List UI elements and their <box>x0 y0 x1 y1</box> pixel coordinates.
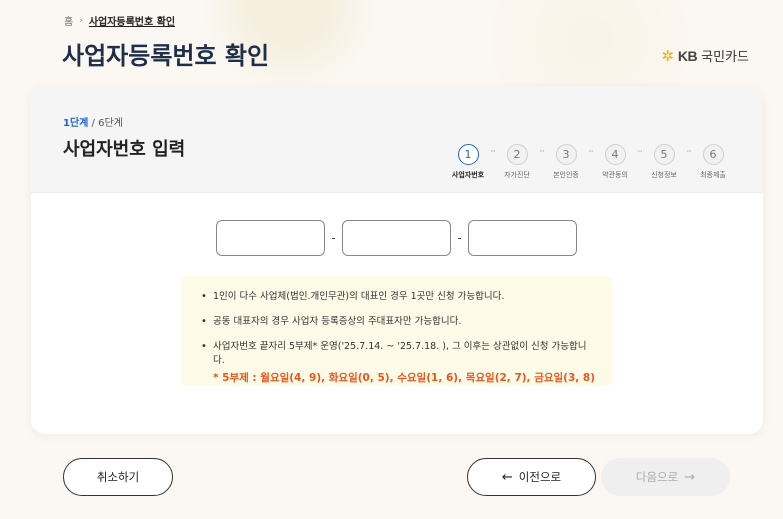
notice-item-text: 사업자번호 끝자리 5부제* 운영('25.7.14. ~ '25.7.18. … <box>213 341 587 366</box>
logo-name: 국민카드 <box>701 50 749 65</box>
step-4: 4 약관동의 <box>596 144 634 180</box>
step-label: 자가진단 <box>504 171 530 179</box>
step-total: / 6단계 <box>91 118 123 129</box>
step-circle: 2 <box>506 144 528 165</box>
chevron-right-icon: › <box>79 15 83 26</box>
cancel-button-label: 취소하기 <box>96 470 140 484</box>
breadcrumb-home[interactable]: 홈 <box>64 13 73 28</box>
step-5: 5 신청정보 <box>645 144 683 180</box>
step-label: 사업자번호 <box>451 171 485 179</box>
step-circle: 6 <box>702 144 724 165</box>
step-connector: ··· <box>539 147 545 156</box>
step-label: 최종제출 <box>700 171 726 179</box>
kb-star-icon: ✲ <box>661 46 674 65</box>
step-counter: 1단계 / 6단계 <box>63 114 123 129</box>
arrow-right-icon: → <box>684 469 696 485</box>
step-label: 신청정보 <box>651 171 677 179</box>
step-label: 본인인증 <box>553 171 579 179</box>
kb-kookmin-card-logo: ✲ KB 국민카드 <box>661 46 749 66</box>
business-number-part1-input[interactable] <box>216 220 325 256</box>
notice-box: 1인이 다수 사업체(법인.개인무관)의 대표인 경우 1곳만 신청 가능합니다… <box>181 276 612 386</box>
notice-list: 1인이 다수 사업체(법인.개인무관)의 대표인 경우 1곳만 신청 가능합니다… <box>201 290 596 385</box>
prev-button-label: 이전으로 <box>518 470 562 484</box>
step-connector: ··· <box>686 147 692 156</box>
notice-item: 공동 대표자의 경우 사업자 등록증상의 주대표자만 가능합니다. <box>201 315 596 329</box>
step-6: 6 최종제출 <box>694 144 732 180</box>
step-circle: 4 <box>604 144 626 165</box>
cancel-button[interactable]: 취소하기 <box>63 458 173 496</box>
step-circle: 3 <box>555 144 577 165</box>
breadcrumb: 홈 › 사업자등록번호 확인 <box>64 13 175 29</box>
step-3: 3 본인인증 <box>547 144 585 180</box>
step-connector: ··· <box>637 147 643 156</box>
breadcrumb-current[interactable]: 사업자등록번호 확인 <box>89 13 175 28</box>
next-button[interactable]: 다음으로 → <box>601 458 730 496</box>
five-day-rotation-note: * 5부제 : 월요일(4, 9), 화요일(0, 5), 수요일(1, 6),… <box>213 372 596 384</box>
business-number-part3-input[interactable] <box>468 220 577 256</box>
separator-dash: - <box>331 231 336 245</box>
arrow-left-icon: ← <box>501 469 513 485</box>
form-card: 1단계 / 6단계 사업자번호 입력 1 사업자번호 ··· 2 자가진단 ··… <box>31 86 763 434</box>
separator-dash: - <box>457 231 462 245</box>
step-circle: 1 <box>457 144 479 165</box>
step-2: 2 자가진단 <box>498 144 536 180</box>
step-connector: ··· <box>588 147 594 156</box>
step-circle: 5 <box>653 144 675 165</box>
prev-button[interactable]: ← 이전으로 <box>467 458 596 496</box>
notice-item: 사업자번호 끝자리 5부제* 운영('25.7.14. ~ '25.7.18. … <box>201 340 596 385</box>
business-number-inputs: - - <box>216 220 577 256</box>
step-title: 사업자번호 입력 <box>63 139 186 160</box>
step-connector: ··· <box>490 147 496 156</box>
logo-brand: KB <box>677 47 698 64</box>
step-current: 1단계 <box>63 118 89 129</box>
step-indicator: 1 사업자번호 ··· 2 자가진단 ··· 3 본인인증 ··· 4 약관동의… <box>449 144 732 180</box>
step-label: 약관동의 <box>602 171 628 179</box>
next-button-label: 다음으로 <box>635 470 679 484</box>
business-number-part2-input[interactable] <box>342 220 451 256</box>
card-header: 1단계 / 6단계 사업자번호 입력 1 사업자번호 ··· 2 자가진단 ··… <box>31 86 763 193</box>
page-title: 사업자등록번호 확인 <box>62 42 270 70</box>
notice-item: 1인이 다수 사업체(법인.개인무관)의 대표인 경우 1곳만 신청 가능합니다… <box>201 290 596 304</box>
step-1: 1 사업자번호 <box>449 144 487 180</box>
